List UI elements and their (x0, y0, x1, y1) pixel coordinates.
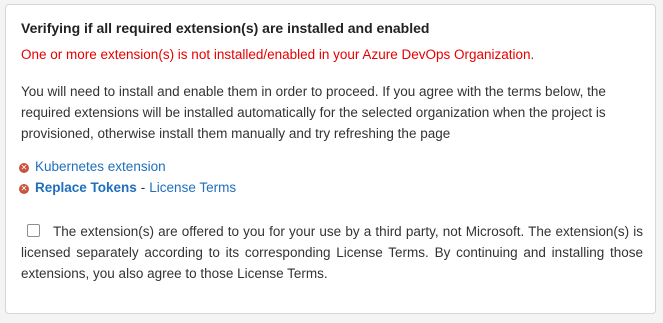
separator: - (140, 180, 146, 195)
kubernetes-extension-link[interactable]: Kubernetes extension (35, 159, 166, 174)
description-text: You will need to install and enable them… (21, 84, 606, 141)
agreement-text: The extension(s) are offered to you for … (21, 224, 643, 281)
panel-title: Verifying if all required extension(s) a… (21, 20, 430, 36)
error-x-icon: ✕ (19, 162, 29, 173)
extension-item-kubernetes: ✕ Kubernetes extension (19, 159, 166, 174)
extension-item-replace-tokens: ✕ Replace Tokens - License Terms (19, 180, 236, 195)
extension-verification-panel: Verifying if all required extension(s) a… (5, 4, 656, 314)
error-message: One or more extension(s) is not installe… (21, 47, 535, 62)
replace-tokens-link[interactable]: Replace Tokens (35, 180, 137, 195)
license-terms-link[interactable]: License Terms (149, 180, 236, 195)
error-x-icon: ✕ (19, 183, 29, 194)
